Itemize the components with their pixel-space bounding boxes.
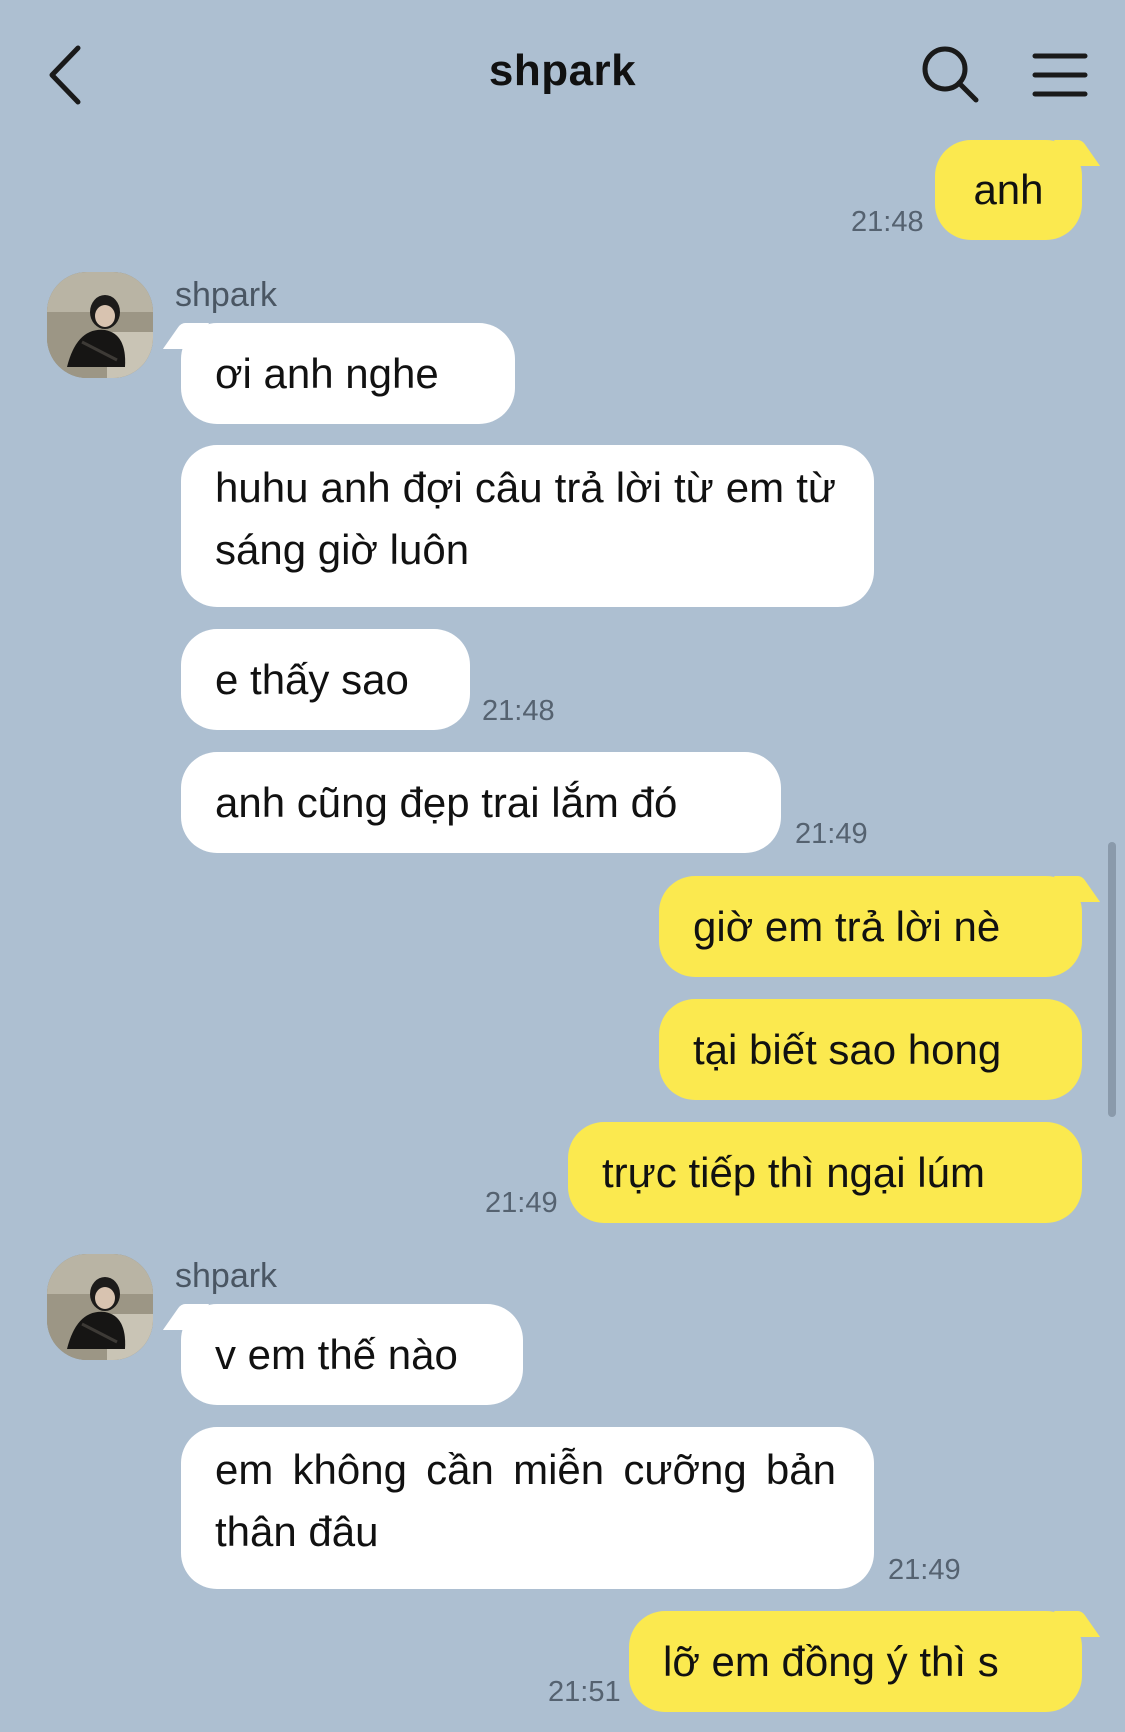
incoming-message-bubble[interactable]: em không cần miễn cưỡng bản thân đâu <box>181 1427 874 1589</box>
outgoing-message-bubble[interactable]: trực tiếp thì ngại lúm <box>568 1122 1082 1223</box>
message-time: 21:49 <box>795 818 868 850</box>
incoming-message-bubble[interactable]: ơi anh nghe <box>181 323 515 424</box>
profile-photo-icon <box>47 272 153 378</box>
avatar[interactable] <box>47 1254 153 1360</box>
message-text: anh cũng đẹp trai lắm đó <box>215 778 678 826</box>
outgoing-message-bubble[interactable]: lỡ em đồng ý thì s <box>629 1611 1082 1712</box>
incoming-message-bubble[interactable]: e thấy sao <box>181 629 470 730</box>
search-icon <box>922 46 979 103</box>
message-text: trực tiếp thì ngại lúm <box>602 1148 985 1196</box>
message-time: 21:51 <box>548 1676 621 1708</box>
hamburger-menu-icon <box>1032 53 1088 97</box>
outgoing-message-bubble[interactable]: giờ em trả lời nè <box>659 876 1082 977</box>
menu-button[interactable] <box>1030 50 1090 100</box>
message-time: 21:49 <box>888 1554 961 1586</box>
message-text: anh <box>973 166 1044 213</box>
message-text: e thấy sao <box>215 655 409 703</box>
incoming-message-bubble[interactable]: anh cũng đẹp trai lắm đó <box>181 752 781 853</box>
message-text: ơi anh nghe <box>215 349 439 397</box>
sender-name: shpark <box>175 1257 278 1295</box>
message-text: v em thế nào <box>215 1330 458 1378</box>
outgoing-message-bubble[interactable]: tại biết sao hong <box>659 999 1082 1100</box>
sender-name: shpark <box>175 276 278 314</box>
message-time: 21:48 <box>482 695 555 727</box>
message-text: huhu anh đợi câu trả lời từ em từ sáng g… <box>215 464 836 573</box>
message-text: giờ em trả lời nè <box>693 902 1001 950</box>
message-time: 21:48 <box>851 206 924 238</box>
scrollbar[interactable] <box>1108 842 1116 1117</box>
message-text: tại biết sao hong <box>693 1025 1002 1073</box>
incoming-message-bubble[interactable]: v em thế nào <box>181 1304 523 1405</box>
message-time: 21:49 <box>485 1187 558 1219</box>
message-text: lỡ em đồng ý thì s <box>663 1637 999 1685</box>
outgoing-message-bubble[interactable]: anh <box>935 140 1082 240</box>
incoming-message-bubble[interactable]: huhu anh đợi câu trả lời từ em từ sáng g… <box>181 445 874 607</box>
search-button[interactable] <box>920 44 980 104</box>
avatar[interactable] <box>47 272 153 378</box>
profile-photo-icon <box>47 1254 153 1360</box>
message-text: em không cần miễn cưỡng bản thân đâu <box>215 1446 836 1555</box>
chat-header: shpark <box>0 0 1125 150</box>
